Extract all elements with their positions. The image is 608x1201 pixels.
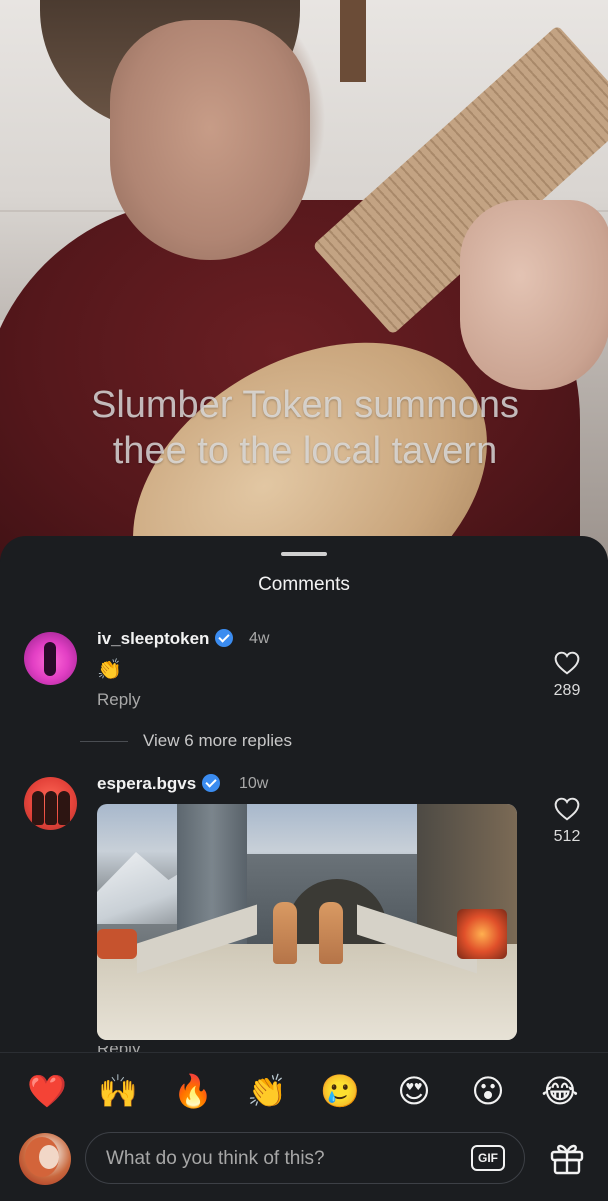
gif-button[interactable]: GIF <box>471 1145 505 1171</box>
performer-hand <box>460 200 608 390</box>
verified-badge-icon <box>202 774 221 792</box>
comment-input[interactable]: What do you think of this? GIF <box>85 1132 525 1184</box>
comment-time: 4w <box>249 630 270 647</box>
comment-username[interactable]: espera.bgvs <box>97 774 221 794</box>
username-text: iv_sleeptoken <box>97 629 210 648</box>
comment-composer: ❤️ 🙌 🔥 👏 🥲 😍 😮 😂 What do you think of th… <box>0 1052 608 1201</box>
ceiling-beam <box>340 0 366 82</box>
avatar[interactable] <box>24 632 77 685</box>
gif-attachment[interactable] <box>97 804 517 1040</box>
avatar[interactable] <box>24 777 77 830</box>
username-text: espera.bgvs <box>97 774 197 793</box>
reaction-heart[interactable]: ❤️ <box>27 1071 67 1111</box>
avatar-face <box>39 1145 59 1169</box>
avatar-figure <box>44 642 56 676</box>
heart-outline-icon[interactable] <box>554 797 580 821</box>
current-user-avatar[interactable] <box>19 1133 71 1185</box>
gift-icon[interactable] <box>549 1140 585 1176</box>
avatar-person <box>32 791 44 825</box>
gif-dancer <box>273 902 297 964</box>
reaction-fire[interactable]: 🔥 <box>173 1071 213 1111</box>
comment-placeholder: What do you think of this? <box>106 1148 325 1169</box>
video-caption: Slumber Token summons thee to the local … <box>90 384 520 472</box>
reaction-heart-eyes[interactable]: 😍 <box>394 1071 434 1111</box>
like-count: 512 <box>553 828 581 845</box>
comment-time: 10w <box>239 775 269 792</box>
gif-brazier <box>457 909 507 959</box>
reaction-laugh[interactable]: 😂 <box>540 1071 580 1111</box>
verified-badge-icon <box>215 629 234 647</box>
reaction-surprised[interactable]: 😮 <box>468 1071 508 1111</box>
view-more-label: View 6 more replies <box>143 731 292 750</box>
reply-button[interactable]: Reply <box>97 690 140 710</box>
heart-outline-icon[interactable] <box>554 651 580 675</box>
comment-username[interactable]: iv_sleeptoken <box>97 629 234 649</box>
reaction-tear-smile[interactable]: 🥲 <box>320 1071 360 1111</box>
avatar-person <box>58 791 70 825</box>
reaction-raised-hands[interactable]: 🙌 <box>98 1071 138 1111</box>
performer-face <box>110 20 310 260</box>
like-count: 289 <box>553 682 581 699</box>
gif-dancer <box>319 902 343 964</box>
reaction-clap[interactable]: 👏 <box>247 1071 287 1111</box>
avatar-person <box>45 791 57 825</box>
thread-line <box>80 741 128 742</box>
comment-text: 👏 <box>97 659 122 681</box>
sheet-title: Comments <box>258 574 350 595</box>
quick-reactions: ❤️ 🙌 🔥 👏 🥲 😍 😮 😂 <box>0 1071 608 1111</box>
drag-handle[interactable] <box>281 552 327 556</box>
video-player[interactable]: Slumber Token summons thee to the local … <box>0 0 608 560</box>
gif-brazier <box>97 929 137 959</box>
